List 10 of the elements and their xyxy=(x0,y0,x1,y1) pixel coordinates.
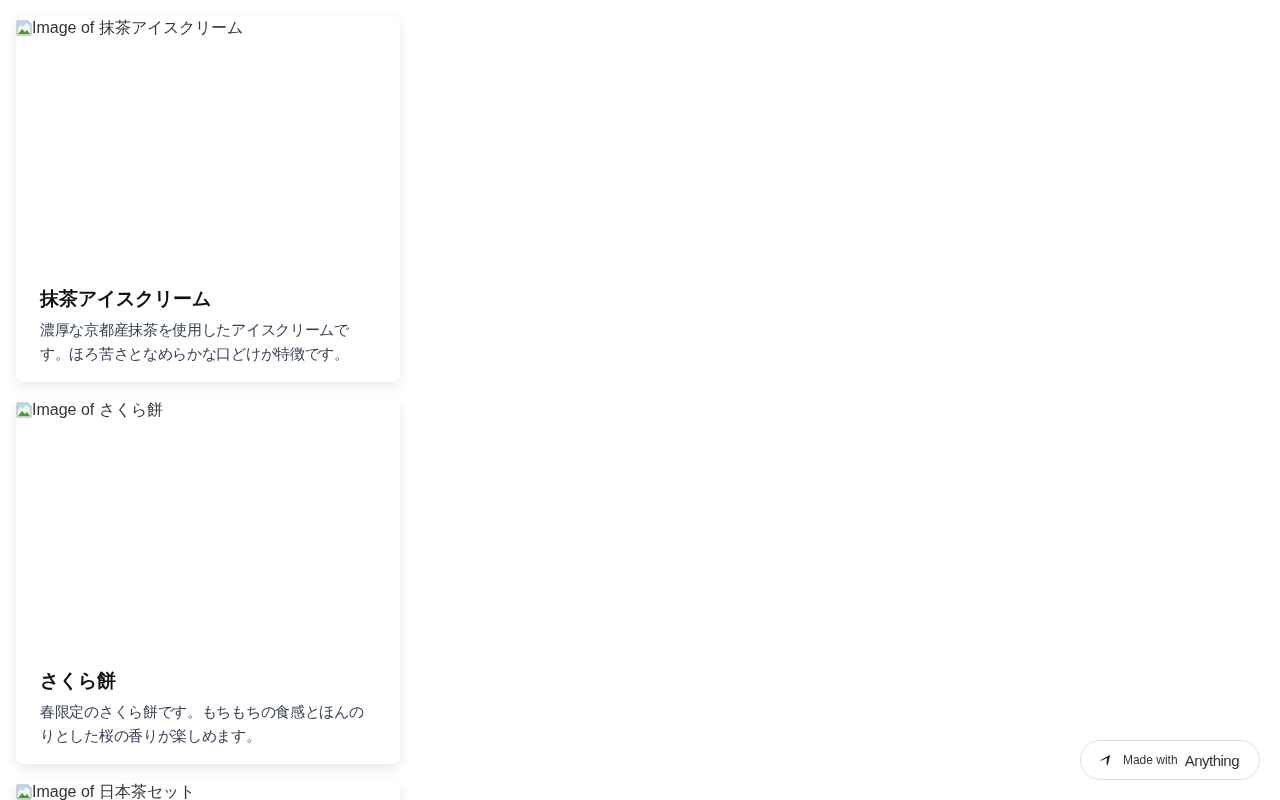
card-description: 濃厚な京都産抹茶を使用したアイスクリームです。ほろ苦さとなめらかな口どけが特徴です。 xyxy=(40,320,350,365)
image-alt-text: Image of 抹茶アイスクリーム xyxy=(32,18,243,38)
card-description: 春限定のさくら餅です。もちもちの食感とほんのりとした桜の香りが楽しめます。 xyxy=(40,702,365,747)
card-title: 抹茶アイスクリーム xyxy=(40,286,212,311)
badge-label: Made with xyxy=(1122,753,1178,767)
image-alt-text: Image of 日本茶セット xyxy=(32,782,195,800)
made-with-badge[interactable]: Made with Anything xyxy=(1079,740,1260,780)
card-title: さくら餅 xyxy=(40,668,117,693)
image-alt-text: Image of さくら餅 xyxy=(32,400,163,420)
brand-name: Anything xyxy=(1184,751,1239,769)
